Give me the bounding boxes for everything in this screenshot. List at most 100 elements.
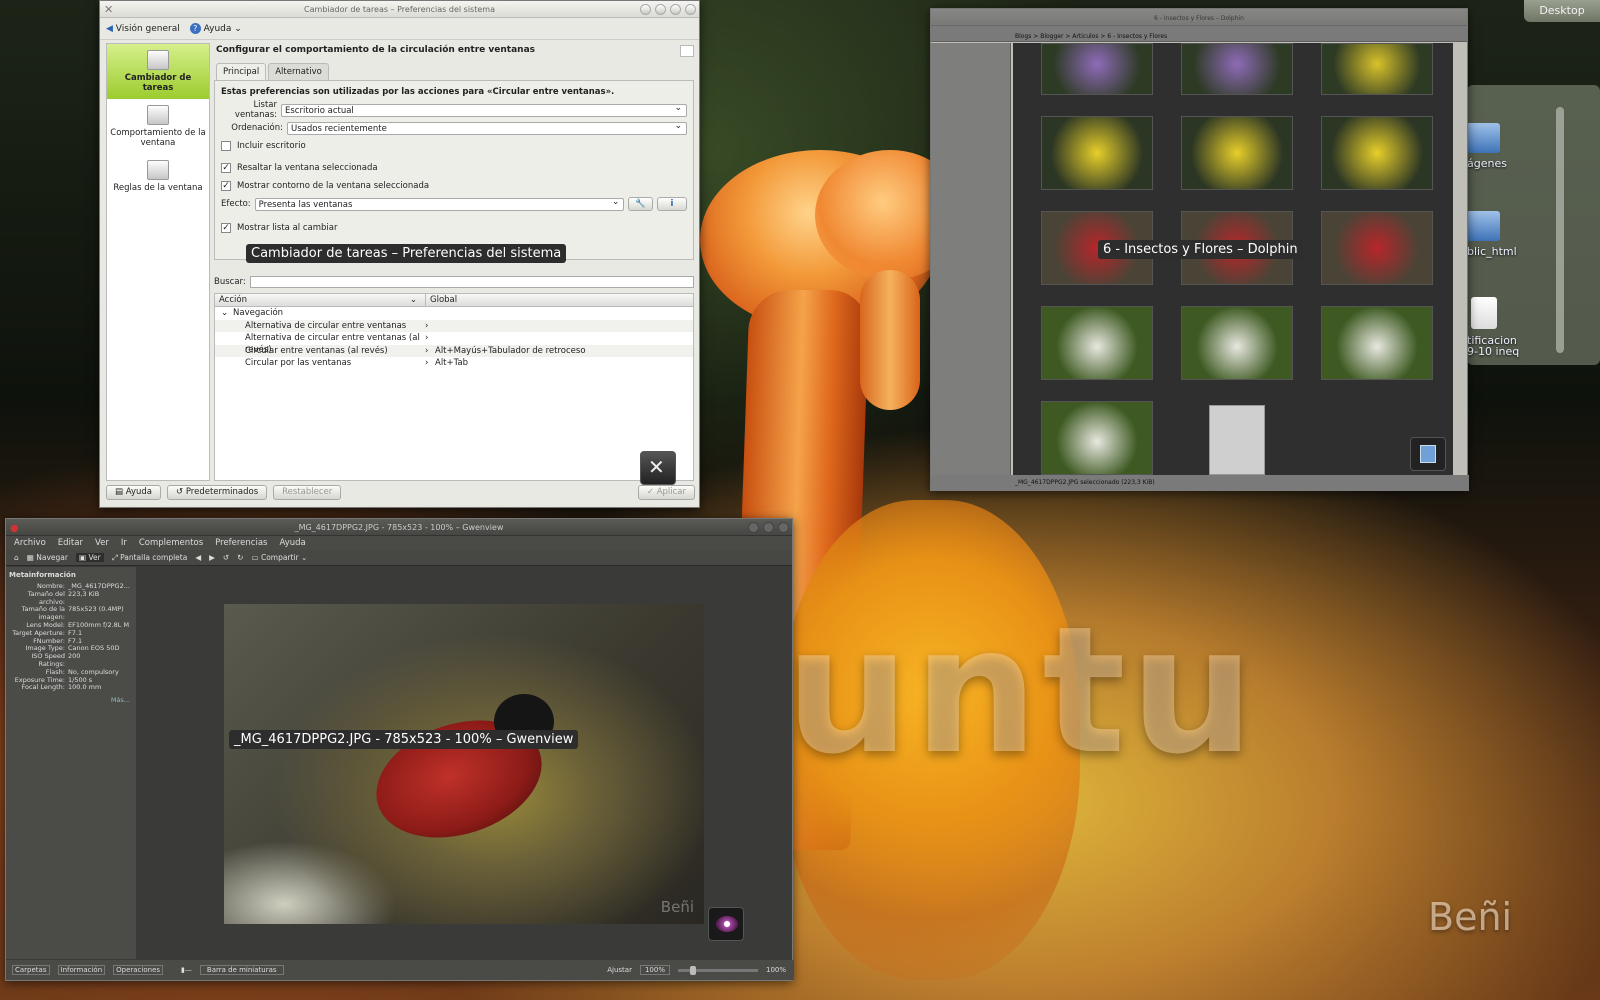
thumbbar-button[interactable]: Barra de miniaturas <box>199 965 284 975</box>
meta-title: Metainformación <box>9 571 76 579</box>
tree-header: Acción ⌄ Global <box>215 294 693 307</box>
fullscreen-button[interactable]: ⤢ Pantalla completa <box>112 553 188 563</box>
file-thumbnail[interactable] <box>1041 401 1153 475</box>
minimize-icon[interactable] <box>655 4 666 15</box>
sidebar-item-window-rules[interactable]: Reglas de la ventana <box>107 154 209 199</box>
show-outline-checkbox[interactable]: ✓ <box>221 181 231 191</box>
search-input[interactable] <box>249 276 694 288</box>
maximize-icon[interactable] <box>763 522 774 533</box>
menu-ayuda[interactable]: Ayuda <box>279 536 305 550</box>
list-windows-select[interactable]: Escritorio actual <box>281 102 687 117</box>
file-thumbnail[interactable] <box>1041 43 1153 95</box>
tab-operaciones[interactable]: Operaciones <box>113 965 164 975</box>
order-label: Ordenación: <box>231 123 283 133</box>
maximize-icon[interactable] <box>670 4 681 15</box>
tab-alternativo[interactable]: Alternativo <box>268 63 329 80</box>
more-link[interactable]: Más... <box>6 696 136 704</box>
close-icon[interactable] <box>685 4 696 15</box>
tab-carpetas[interactable]: Carpetas <box>12 965 50 975</box>
table-row[interactable]: Circular entre ventanas (al revés) › Alt+M… <box>215 344 693 357</box>
zoom-slider-handle[interactable] <box>689 965 696 975</box>
breadcrumb[interactable]: Blogs > Blogger > Articulos > 6 - Insect… <box>1015 33 1167 40</box>
rotate-left-icon[interactable]: ↺ <box>223 553 229 562</box>
prefs-main-panel: Configurar el comportamiento de la circu… <box>214 43 694 481</box>
thumbbar-toggle-icon[interactable]: ▮— <box>181 966 192 974</box>
overview-button[interactable]: ◀ Visión general <box>106 24 180 34</box>
effect-select[interactable]: Presenta las ventanas <box>254 196 625 211</box>
chevron-right-icon: › <box>425 333 429 343</box>
help-icon: ? <box>189 23 201 34</box>
minimize-icon[interactable] <box>748 522 759 533</box>
file-thumbnail[interactable] <box>1181 306 1293 380</box>
share-button[interactable]: ▭ Compartir ⌄ <box>251 553 307 562</box>
expand-icon[interactable]: ⌄ <box>215 307 233 320</box>
order-select[interactable]: Usados recientemente <box>287 120 687 135</box>
tools-icon: ✕ <box>648 455 665 479</box>
dolphin-titlebar[interactable]: 6 - Insectos y Flores – Dolphin <box>931 9 1467 26</box>
table-row[interactable]: Circular por las ventanas › Alt+Tab <box>215 357 693 370</box>
document-icon[interactable] <box>1209 405 1265 475</box>
meta-value: 100.0 mm <box>68 683 102 692</box>
gwenview-app-icon <box>708 907 744 941</box>
places-panel <box>931 43 1011 475</box>
help-button[interactable]: ▤ Ayuda <box>106 485 161 500</box>
rotate-right-icon[interactable]: ↻ <box>237 553 243 562</box>
file-thumbnail[interactable] <box>1181 116 1293 190</box>
sidebar-item-task-switcher[interactable]: Cambiador de tareas <box>107 44 209 99</box>
gwenview-titlebar[interactable]: ● _MG_4617DPPG2.JPG - 785x523 - 100% – G… <box>6 519 792 536</box>
highlight-selected-checkbox[interactable]: ✓ <box>221 163 231 173</box>
configure-effect-button[interactable]: 🔧 <box>628 197 653 211</box>
table-row[interactable]: Alternativa de circular entre ventanas › <box>215 319 693 332</box>
menu-editar[interactable]: Editar <box>58 536 83 550</box>
file-thumbnail[interactable] <box>1321 306 1433 380</box>
help-menu-button[interactable]: ? Ayuda ⌄ <box>189 23 242 34</box>
desktop-button[interactable]: Desktop <box>1524 0 1600 22</box>
previous-icon[interactable]: ◀ <box>195 553 201 562</box>
tab-informacion[interactable]: Información <box>57 965 106 975</box>
effect-info-button[interactable]: i <box>657 197 687 211</box>
file-thumbnail[interactable] <box>1181 43 1293 95</box>
close-icon[interactable] <box>778 522 789 533</box>
zoom-button[interactable]: 100% <box>639 965 670 975</box>
apply-button[interactable]: ✓ Aplicar <box>637 485 695 500</box>
table-row[interactable]: Alternativa de circular entre ventanas (… <box>215 332 693 355</box>
menu-complementos[interactable]: Complementos <box>139 536 203 550</box>
show-list-checkbox[interactable]: ✓ <box>221 223 231 233</box>
gwenview-app-icon[interactable]: ● <box>10 520 19 537</box>
file-thumbnail[interactable] <box>1321 116 1433 190</box>
menu-archivo[interactable]: Archivo <box>14 536 46 550</box>
sidebar-item-window-behavior[interactable]: Comportamiento de la ventana <box>107 99 209 154</box>
view-button[interactable]: ▣ Ver <box>75 553 104 562</box>
column-header-global[interactable]: Global <box>425 294 693 306</box>
folder-icon[interactable] <box>1466 123 1500 153</box>
menu-ver[interactable]: Ver <box>95 536 109 550</box>
meta-row: Tamaño del archivo: 223,3 KiB <box>6 590 136 607</box>
file-thumbnail[interactable] <box>1041 306 1153 380</box>
home-icon[interactable]: ⌂ <box>14 553 19 562</box>
prefs-titlebar[interactable]: ✕ Cambiador de tareas – Preferencias del… <box>100 1 699 18</box>
help-icon[interactable] <box>640 4 651 15</box>
include-desktop-checkbox[interactable] <box>221 141 231 151</box>
tab-principal[interactable]: Principal <box>216 63 267 80</box>
reset-button[interactable]: Restablecer <box>273 485 342 500</box>
panel-scrollbar[interactable] <box>1556 107 1564 353</box>
tree-group-row[interactable]: ⌄ Navegación <box>215 307 693 320</box>
browse-button[interactable]: ▦ Navegar <box>27 553 68 562</box>
fit-button[interactable]: Ajustar <box>607 966 632 974</box>
file-thumbnail[interactable] <box>1321 43 1433 95</box>
document-icon[interactable] <box>1471 297 1497 329</box>
file-thumbnail[interactable] <box>1041 116 1153 190</box>
next-icon[interactable]: ▶ <box>209 553 215 562</box>
folder-icon[interactable] <box>1466 211 1500 241</box>
menu-preferencias[interactable]: Preferencias <box>215 536 267 550</box>
zoom-slider[interactable] <box>677 965 758 975</box>
app-menu-icon[interactable]: ✕ <box>104 1 113 18</box>
menu-ir[interactable]: Ir <box>121 536 127 550</box>
column-header-action[interactable]: Acción ⌄ <box>215 294 425 306</box>
desktop-icon-label: ágenes <box>1467 157 1507 170</box>
image-viewer[interactable]: Beñi <box>224 604 704 924</box>
defaults-button-label: Predeterminados <box>185 487 259 497</box>
defaults-button[interactable]: ↺ Predeterminados <box>167 485 268 500</box>
dolphin-app-icon <box>1410 437 1446 471</box>
file-thumbnail[interactable] <box>1321 211 1433 285</box>
